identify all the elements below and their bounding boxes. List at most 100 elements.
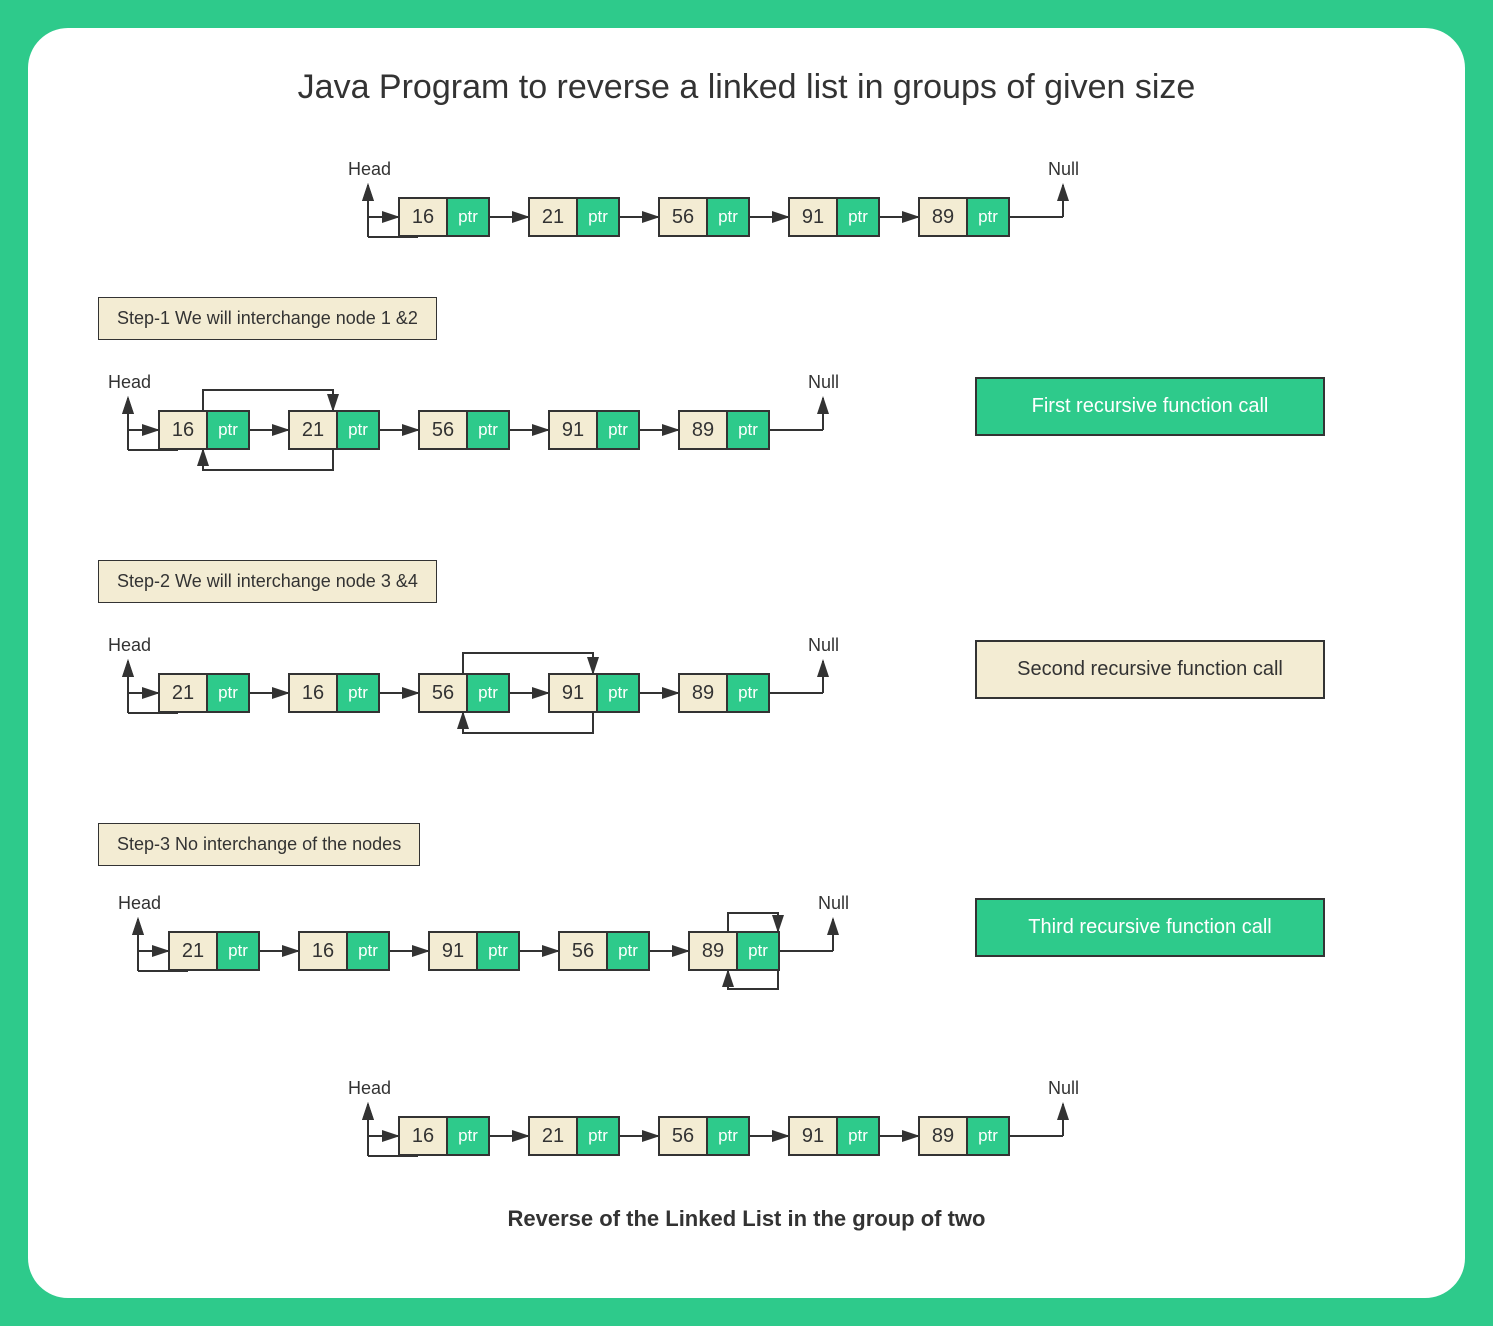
final-list-section: Head Null 16 ptr 21 ptr 56 ptr 91 ptr 89 … (88, 1076, 1405, 1176)
step-1-section: Step-1 We will interchange node 1 &2 Fir… (88, 287, 1405, 520)
node-ptr: ptr (608, 933, 648, 969)
list-node: 16 ptr (288, 673, 380, 713)
step-1-label: Step-1 We will interchange node 1 &2 (98, 297, 437, 340)
final-list-row: Head Null 16 ptr 21 ptr 56 ptr 91 ptr 89 … (338, 1076, 1405, 1176)
node-ptr: ptr (338, 412, 378, 448)
node-value: 21 (160, 675, 208, 711)
null-label: Null (1048, 1078, 1079, 1099)
head-label: Head (108, 372, 151, 393)
node-value: 91 (790, 1118, 838, 1154)
list-node: 91 ptr (428, 931, 520, 971)
list-node: 56 ptr (658, 1116, 750, 1156)
head-label: Head (118, 893, 161, 914)
caption: Reverse of the Linked List in the group … (88, 1206, 1405, 1232)
node-value: 56 (660, 199, 708, 235)
node-ptr: ptr (728, 675, 768, 711)
node-value: 91 (430, 933, 478, 969)
step-2-row: Head Null 21 ptr 16 ptr 56 ptr 91 ptr 89 … (98, 623, 1405, 783)
step-3-row: HeadNull 21 ptr 16 ptr 91 ptr 56 ptr 89 … (108, 886, 1405, 1046)
node-value: 89 (690, 933, 738, 969)
step-3-label: Step-3 No interchange of the nodes (98, 823, 420, 866)
list-node: 16 ptr (398, 1116, 490, 1156)
node-ptr: ptr (708, 199, 748, 235)
list-node: 56 ptr (558, 931, 650, 971)
list-node: 21 ptr (158, 673, 250, 713)
node-value: 91 (550, 412, 598, 448)
node-ptr: ptr (348, 933, 388, 969)
node-ptr: ptr (338, 675, 378, 711)
node-ptr: ptr (578, 1118, 618, 1154)
node-ptr: ptr (598, 675, 638, 711)
node-value: 89 (680, 675, 728, 711)
list-node: 21 ptr (528, 1116, 620, 1156)
node-value: 21 (170, 933, 218, 969)
list-node: 91 ptr (548, 673, 640, 713)
node-ptr: ptr (578, 199, 618, 235)
null-label: Null (1048, 159, 1079, 180)
node-value: 16 (400, 1118, 448, 1154)
list-node: 56 ptr (418, 673, 510, 713)
head-label: Head (348, 1078, 391, 1099)
node-ptr: ptr (968, 199, 1008, 235)
list-node: 56 ptr (418, 410, 510, 450)
null-label: Null (808, 635, 839, 656)
list-node: 16 ptr (298, 931, 390, 971)
page-container: Java Program to reverse a linked list in… (28, 28, 1465, 1298)
node-ptr: ptr (708, 1118, 748, 1154)
list-node: 89 ptr (918, 197, 1010, 237)
step-3-section: Step-3 No interchange of the nodes Third… (88, 813, 1405, 1046)
node-value: 21 (290, 412, 338, 448)
node-value: 16 (160, 412, 208, 448)
node-value: 91 (790, 199, 838, 235)
node-ptr: ptr (468, 412, 508, 448)
node-value: 56 (660, 1118, 708, 1154)
initial-list-row: Head Null 16 ptr 21 ptr 56 ptr 91 ptr 89 … (338, 157, 1405, 257)
head-label: Head (348, 159, 391, 180)
step-1-row: Head Null 16 ptr 21 ptr 56 ptr 91 ptr 89 … (98, 360, 1405, 520)
node-value: 16 (290, 675, 338, 711)
list-node: 16 ptr (398, 197, 490, 237)
node-value: 89 (920, 199, 968, 235)
list-node: 91 ptr (788, 197, 880, 237)
node-value: 16 (400, 199, 448, 235)
node-ptr: ptr (478, 933, 518, 969)
list-node: 89 ptr (918, 1116, 1010, 1156)
list-node: 89 ptr (678, 673, 770, 713)
node-ptr: ptr (598, 412, 638, 448)
node-value: 21 (530, 199, 578, 235)
node-ptr: ptr (448, 1118, 488, 1154)
step-2-section: Step-2 We will interchange node 3 &4 Sec… (88, 550, 1405, 783)
node-value: 56 (560, 933, 608, 969)
null-label: Null (808, 372, 839, 393)
list-node: 21 ptr (168, 931, 260, 971)
list-node: 16 ptr (158, 410, 250, 450)
list-node: 91 ptr (548, 410, 640, 450)
list-node: 91 ptr (788, 1116, 880, 1156)
page-title: Java Program to reverse a linked list in… (88, 68, 1405, 107)
node-ptr: ptr (218, 933, 258, 969)
node-ptr: ptr (208, 412, 248, 448)
node-ptr: ptr (208, 675, 248, 711)
step-2-label: Step-2 We will interchange node 3 &4 (98, 560, 437, 603)
node-ptr: ptr (448, 199, 488, 235)
list-node: 21 ptr (288, 410, 380, 450)
node-ptr: ptr (968, 1118, 1008, 1154)
initial-list-section: Head Null 16 ptr 21 ptr 56 ptr 91 ptr 89 … (88, 157, 1405, 257)
node-value: 56 (420, 412, 468, 448)
node-ptr: ptr (728, 412, 768, 448)
list-node: 21 ptr (528, 197, 620, 237)
null-label: Null (818, 893, 849, 914)
node-value: 89 (680, 412, 728, 448)
node-ptr: ptr (738, 933, 778, 969)
node-ptr: ptr (468, 675, 508, 711)
node-value: 89 (920, 1118, 968, 1154)
node-value: 16 (300, 933, 348, 969)
node-ptr: ptr (838, 1118, 878, 1154)
node-value: 21 (530, 1118, 578, 1154)
head-label: Head (108, 635, 151, 656)
node-value: 56 (420, 675, 468, 711)
list-node: 89 ptr (678, 410, 770, 450)
node-value: 91 (550, 675, 598, 711)
list-node: 56 ptr (658, 197, 750, 237)
node-ptr: ptr (838, 199, 878, 235)
